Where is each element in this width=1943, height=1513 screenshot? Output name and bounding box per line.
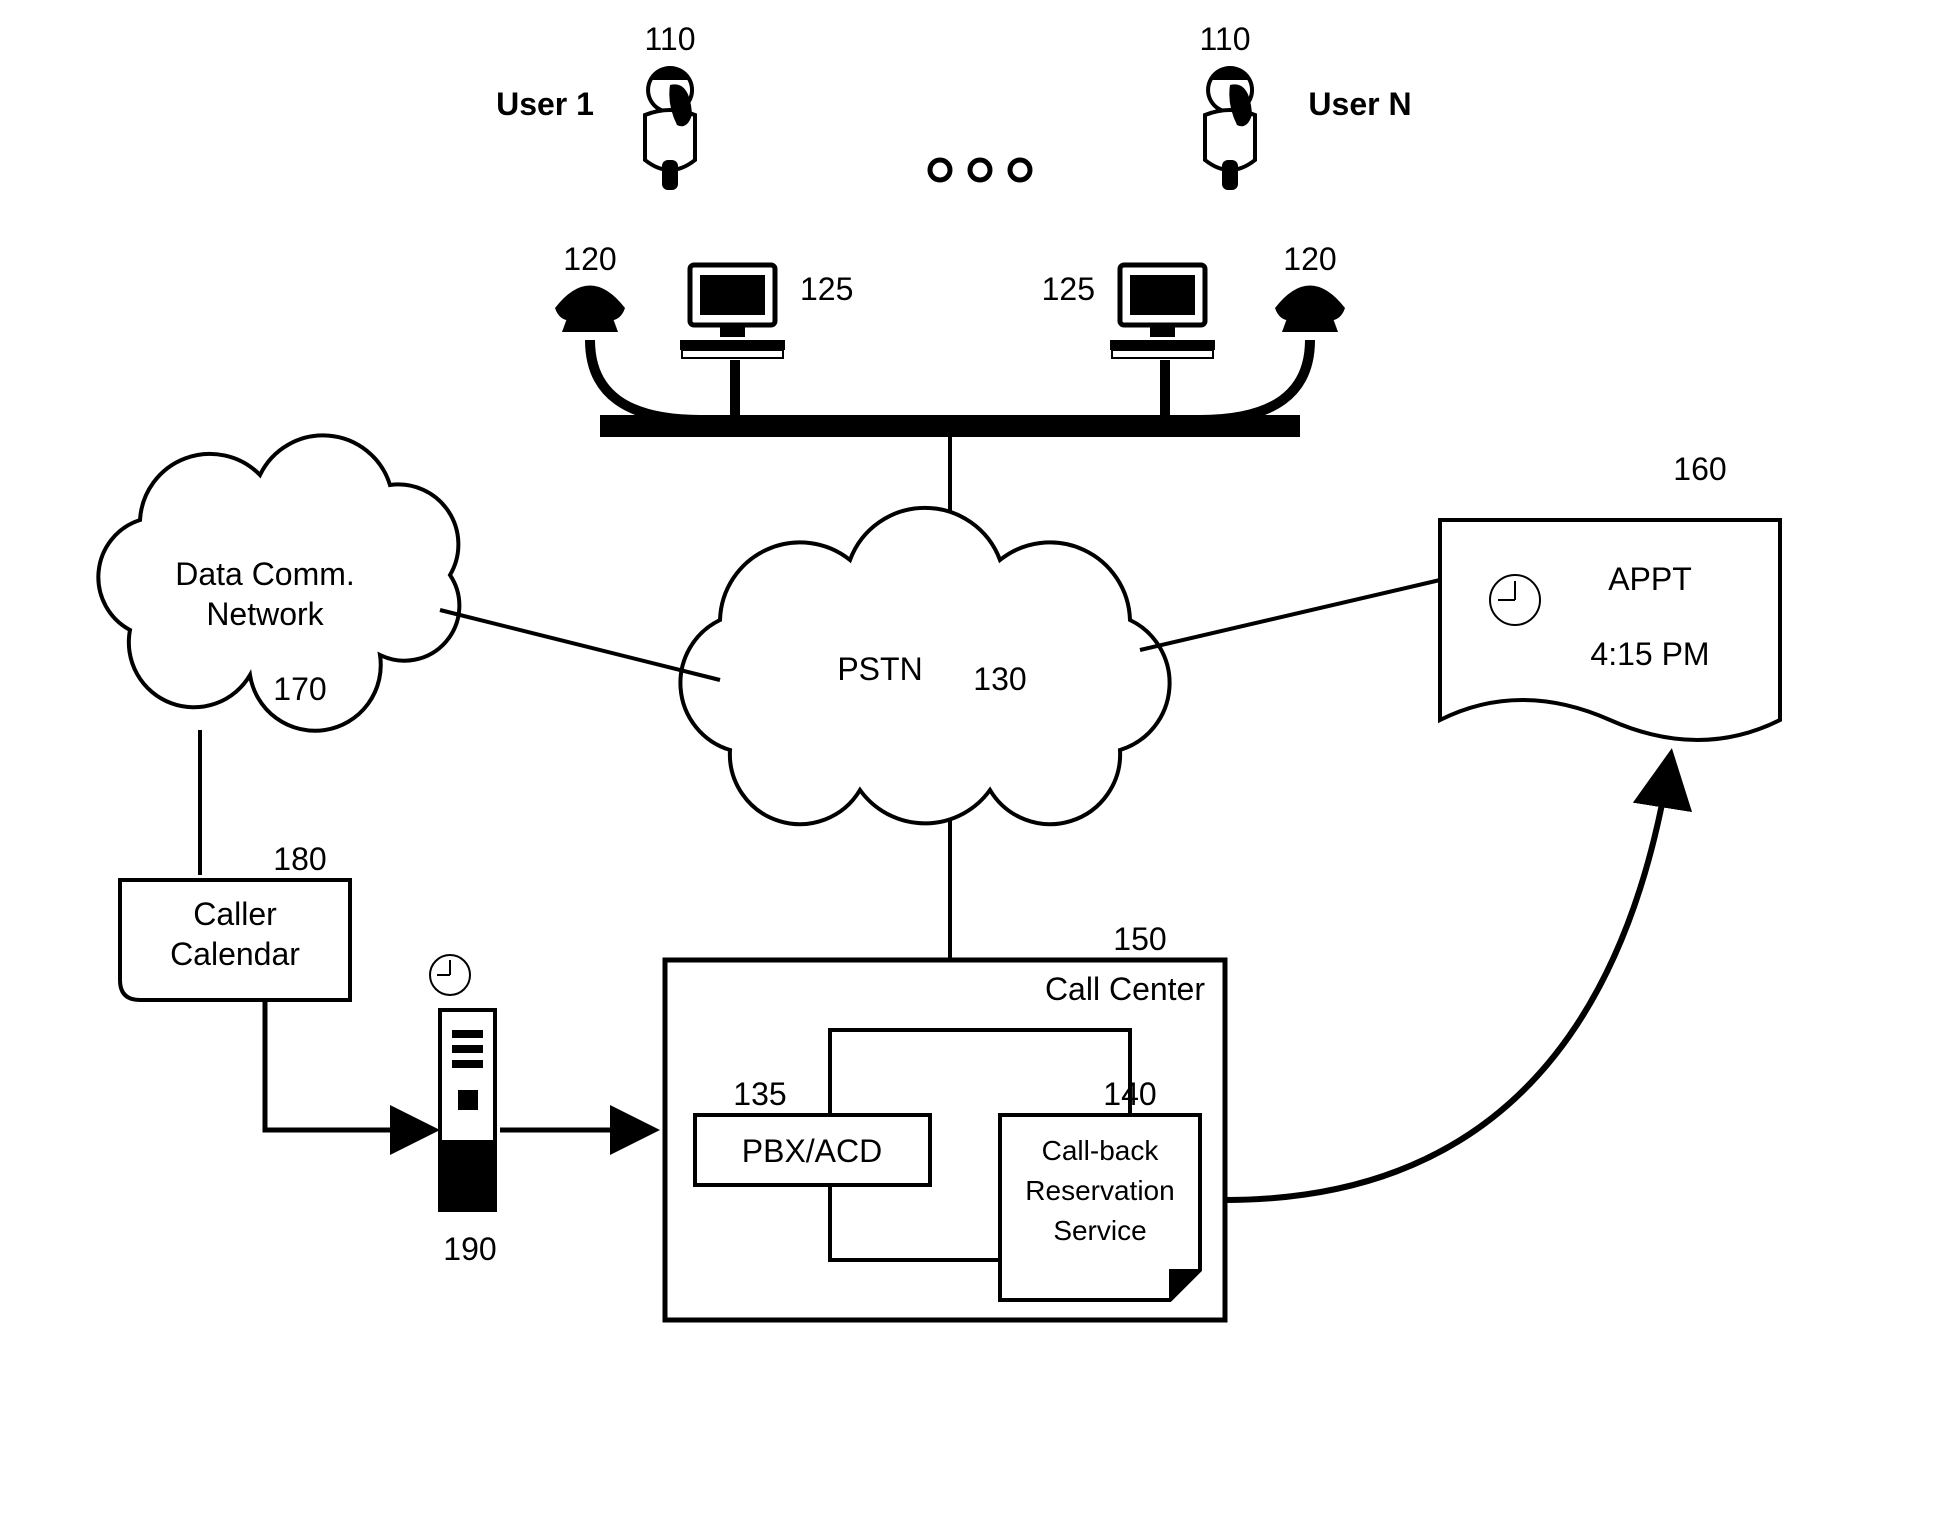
bus-bar bbox=[600, 415, 1300, 437]
pstn-label: PSTN bbox=[837, 651, 922, 687]
user-n: 110 User N bbox=[1199, 21, 1411, 190]
ellipsis-icon bbox=[930, 160, 1030, 180]
phone-1-ref: 120 bbox=[563, 241, 616, 277]
link-callcenter-appt bbox=[1225, 760, 1670, 1200]
calendar-l1: Caller bbox=[193, 896, 277, 932]
link-datacomm-pstn bbox=[440, 610, 720, 680]
cable bbox=[1200, 340, 1310, 420]
person-icon bbox=[645, 68, 695, 191]
appt-title: APPT bbox=[1608, 561, 1692, 597]
computer-n: 125 bbox=[1042, 265, 1215, 358]
caller-calendar: 180 Caller Calendar bbox=[120, 841, 350, 1000]
pstn-ref: 130 bbox=[973, 661, 1026, 697]
datacomm-label-2: Network bbox=[206, 596, 324, 632]
call-center: 150 Call Center 135 PBX/ACD 140 Call-bac… bbox=[665, 921, 1225, 1320]
users-group: 110 User 1 110 User N bbox=[496, 21, 1412, 437]
phone-n-ref: 120 bbox=[1283, 241, 1336, 277]
callback-l2: Reservation bbox=[1025, 1175, 1174, 1206]
phone-icon bbox=[1275, 286, 1345, 333]
computer-icon bbox=[680, 265, 785, 358]
callback-l1: Call-back bbox=[1042, 1135, 1160, 1166]
link-calendar-server bbox=[265, 1000, 430, 1130]
system-diagram: 110 User 1 110 User N bbox=[0, 0, 1943, 1513]
appt-time: 4:15 PM bbox=[1590, 636, 1709, 672]
appt-note: 160 APPT 4:15 PM bbox=[1440, 451, 1780, 740]
user-n-ref: 110 bbox=[1199, 21, 1250, 57]
user-n-label: User N bbox=[1308, 86, 1411, 122]
computer-1: 125 bbox=[680, 265, 853, 358]
pbx-ref: 135 bbox=[733, 1076, 786, 1112]
computer-1-ref: 125 bbox=[800, 271, 853, 307]
callback-ref: 140 bbox=[1103, 1076, 1156, 1112]
datacomm-label-1: Data Comm. bbox=[175, 556, 355, 592]
clock-icon bbox=[430, 955, 470, 995]
link-pstn-appt bbox=[1140, 580, 1440, 650]
phone-n: 120 bbox=[1275, 241, 1345, 332]
callback-l3: Service bbox=[1053, 1215, 1146, 1246]
server-ref: 190 bbox=[443, 1231, 496, 1267]
callcenter-label: Call Center bbox=[1045, 971, 1205, 1007]
clock-icon bbox=[1490, 575, 1540, 625]
pstn-cloud: PSTN 130 bbox=[680, 508, 1169, 824]
computer-n-ref: 125 bbox=[1042, 271, 1095, 307]
user-1-label: User 1 bbox=[496, 86, 594, 122]
server: 190 bbox=[430, 955, 497, 1267]
person-icon bbox=[1205, 68, 1255, 191]
calendar-ref: 180 bbox=[273, 841, 326, 877]
callcenter-ref: 150 bbox=[1113, 921, 1166, 957]
phone-icon bbox=[555, 286, 625, 333]
appt-ref: 160 bbox=[1673, 451, 1726, 487]
pbx-label: PBX/ACD bbox=[742, 1133, 882, 1169]
calendar-l2: Calendar bbox=[170, 936, 300, 972]
computer-icon bbox=[1110, 265, 1215, 358]
phone-1: 120 bbox=[555, 241, 625, 332]
datacomm-cloud: Data Comm. Network 170 bbox=[98, 435, 459, 730]
server-icon bbox=[440, 1010, 495, 1210]
user-1: 110 User 1 bbox=[496, 21, 695, 190]
user-1-ref: 110 bbox=[644, 21, 695, 57]
datacomm-ref: 170 bbox=[273, 671, 326, 707]
